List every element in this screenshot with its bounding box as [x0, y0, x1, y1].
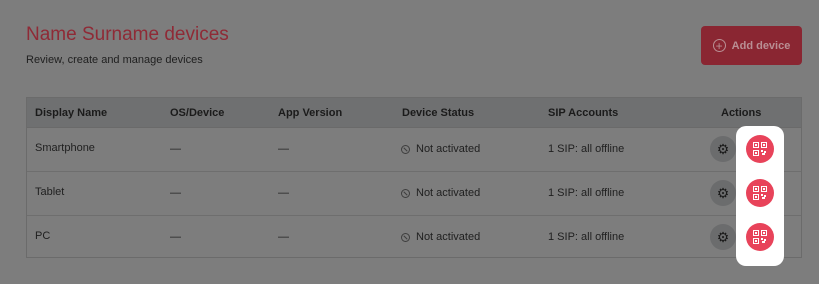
- settings-button[interactable]: ⚙: [710, 136, 736, 162]
- qr-code-button[interactable]: [746, 179, 774, 207]
- device-os: —: [170, 143, 181, 155]
- device-name: Tablet: [35, 186, 65, 198]
- device-status-label: Not activated: [416, 143, 481, 155]
- gear-icon: ⚙: [716, 140, 730, 157]
- device-sip-accounts: 1 SIP: all offline: [548, 187, 625, 199]
- device-sip-accounts: 1 SIP: all offline: [548, 143, 625, 155]
- devices-table: Display Name OS/Device App Version Devic…: [26, 97, 802, 258]
- qr-code-icon: [753, 230, 767, 244]
- table-row: Smartphone — — Not activated 1 SIP: all …: [27, 127, 801, 172]
- table-row: PC — — Not activated 1 SIP: all offline …: [27, 215, 801, 259]
- device-sip-accounts: 1 SIP: all offline: [548, 231, 625, 243]
- device-status: Not activated: [401, 187, 480, 199]
- qr-code-button[interactable]: [746, 135, 774, 163]
- column-header-app-version: App Version: [278, 107, 343, 119]
- device-status: Not activated: [401, 231, 480, 243]
- device-app-version: —: [278, 231, 289, 243]
- column-header-display-name: Display Name: [35, 107, 108, 119]
- settings-button[interactable]: ⚙: [710, 180, 736, 206]
- plus-circle-icon: +: [712, 39, 726, 52]
- device-os: —: [170, 187, 181, 199]
- qr-code-icon: [753, 186, 767, 200]
- device-status-label: Not activated: [416, 231, 481, 243]
- not-activated-icon: [401, 144, 410, 154]
- add-device-label: Add device: [731, 39, 791, 52]
- settings-button[interactable]: ⚙: [710, 224, 736, 250]
- column-header-sip-accounts: SIP Accounts: [548, 107, 619, 119]
- table-header: Display Name OS/Device App Version Devic…: [27, 98, 801, 128]
- device-name: PC: [35, 230, 51, 242]
- qr-code-button[interactable]: [746, 223, 774, 251]
- qr-code-icon: [753, 142, 767, 156]
- table-row: Tablet — — Not activated 1 SIP: all offl…: [27, 171, 801, 216]
- not-activated-icon: [401, 188, 410, 198]
- add-device-button[interactable]: + Add device: [701, 26, 802, 65]
- not-activated-icon: [401, 232, 410, 242]
- device-os: —: [170, 231, 181, 243]
- column-header-device-status: Device Status: [402, 107, 475, 119]
- column-header-os-device: OS/Device: [170, 107, 225, 119]
- gear-icon: ⚙: [716, 228, 730, 245]
- page-title: Name Surname devices: [26, 24, 229, 45]
- column-header-actions: Actions: [721, 107, 762, 119]
- device-name: Smartphone: [35, 142, 95, 154]
- page-subtitle: Review, create and manage devices: [26, 54, 203, 66]
- gear-icon: ⚙: [716, 184, 730, 201]
- device-app-version: —: [278, 143, 289, 155]
- device-status: Not activated: [401, 143, 480, 155]
- device-status-label: Not activated: [416, 187, 481, 199]
- device-app-version: —: [278, 187, 289, 199]
